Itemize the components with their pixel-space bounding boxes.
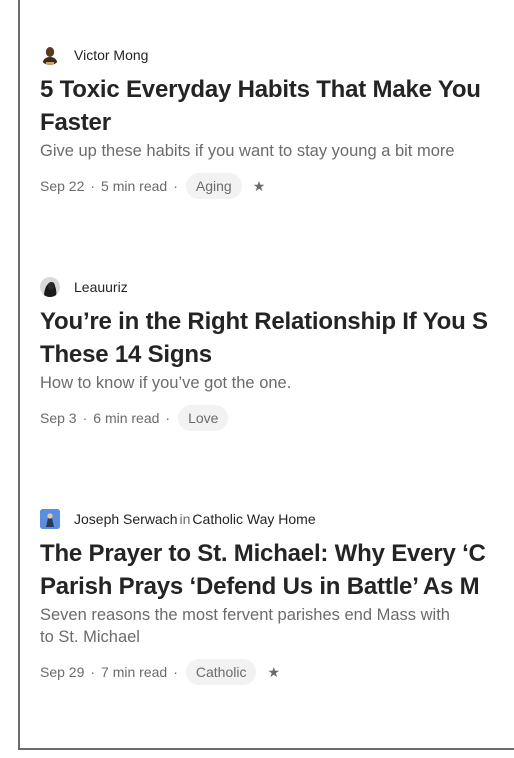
article-title-line: Parish Prays ‘Defend Us in Battle’ As M [40, 573, 480, 600]
member-star-icon: ★ [267, 663, 281, 680]
member-star-icon: ★ [252, 177, 266, 194]
article-meta: Sep 22 · 5 min read · Aging ★ [40, 172, 514, 200]
read-time: 7 min read [101, 664, 168, 680]
article-subtitle-line: to St. Michael [40, 628, 140, 646]
topic-tag[interactable]: Aging [185, 173, 242, 199]
author-name[interactable]: Joseph Serwach [74, 511, 178, 527]
article-subtitle[interactable]: Give up these habits if you want to stay… [40, 140, 514, 162]
article-title-line: You’re in the Right Relationship If You … [40, 308, 488, 335]
article-title[interactable]: You’re in the Right Relationship If You … [40, 305, 514, 371]
separator-dot: · [90, 178, 96, 194]
read-time: 5 min read [101, 178, 168, 194]
article-meta: Sep 3 · 6 min read · Love [40, 404, 514, 432]
article-title[interactable]: The Prayer to St. Michael: Why Every ‘C … [40, 537, 514, 603]
article-subtitle[interactable]: Seven reasons the most fervent parishes … [40, 604, 514, 648]
author-row: Leauuriz [40, 276, 514, 298]
article-card[interactable]: Joseph Serwach in Catholic Way Home The … [40, 508, 514, 686]
publication-avatar-icon[interactable] [40, 509, 60, 529]
publish-date: Sep 22 [40, 178, 85, 194]
read-time: 6 min read [93, 410, 160, 426]
author-avatar-icon[interactable] [40, 45, 60, 65]
publication-name[interactable]: Catholic Way Home [192, 511, 315, 527]
article-meta: Sep 29 · 7 min read · Catholic ★ [40, 658, 514, 686]
author-name[interactable]: Leauuriz [74, 279, 128, 295]
author-row: Victor Mong [40, 44, 514, 66]
author-avatar-icon[interactable] [40, 277, 60, 297]
article-card[interactable]: Victor Mong 5 Toxic Everyday Habits That… [40, 44, 514, 200]
article-title[interactable]: 5 Toxic Everyday Habits That Make You Fa… [40, 73, 514, 139]
topic-tag[interactable]: Love [178, 405, 229, 431]
article-card[interactable]: Leauuriz You’re in the Right Relationshi… [40, 276, 514, 432]
separator-dot: · [82, 410, 88, 426]
author-name[interactable]: Victor Mong [74, 47, 148, 63]
article-title-line: The Prayer to St. Michael: Why Every ‘C [40, 540, 486, 567]
topic-tag[interactable]: Catholic [185, 659, 257, 685]
publish-date: Sep 29 [40, 664, 85, 680]
publish-date: Sep 3 [40, 410, 77, 426]
author-row: Joseph Serwach in Catholic Way Home [40, 508, 514, 530]
separator-dot: · [173, 178, 178, 194]
article-subtitle-line: Seven reasons the most fervent parishes … [40, 606, 450, 624]
separator-dot: · [173, 664, 178, 680]
article-title-line: Faster [40, 109, 111, 136]
article-subtitle[interactable]: How to know if you’ve got the one. [40, 372, 514, 394]
article-title-line: These 14 Signs [40, 341, 212, 368]
article-title-line: 5 Toxic Everyday Habits That Make You [40, 76, 481, 103]
separator-dot: · [90, 664, 96, 680]
separator-dot: · [165, 410, 171, 426]
publication-prefix: in [179, 511, 191, 527]
